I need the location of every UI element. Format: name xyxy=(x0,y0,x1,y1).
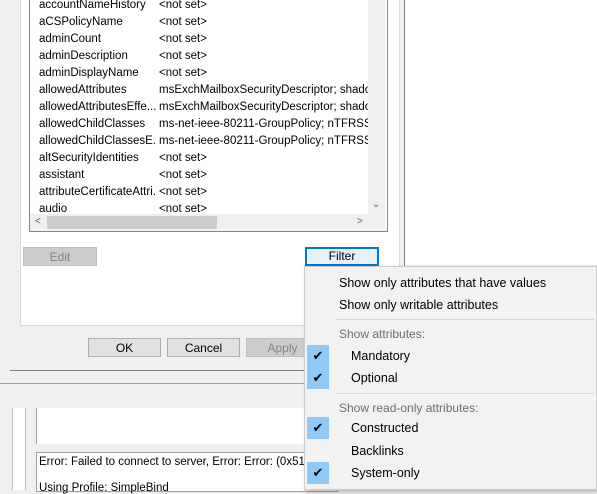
horizontal-scroll-thumb[interactable] xyxy=(47,216,217,229)
attribute-value: <not set> xyxy=(159,67,207,79)
menu-item-constructed[interactable]: ✔ Constructed xyxy=(305,417,596,439)
attribute-name: assistant xyxy=(39,169,85,181)
list-item[interactable]: accountNameHistory <not set> xyxy=(30,0,370,15)
attribute-name: attributeCertificateAttri... xyxy=(39,186,157,198)
scroll-down-icon[interactable]: ⌄ xyxy=(372,199,380,211)
attribute-value: <not set> xyxy=(159,152,207,164)
menu-item-label: Mandatory xyxy=(351,349,411,363)
attribute-value: <not set> xyxy=(159,0,207,11)
menu-separator xyxy=(335,393,594,394)
list-item[interactable]: assistant <not set> xyxy=(30,168,370,185)
attribute-name: allowedChildClassesE... xyxy=(39,135,157,147)
list-item[interactable]: allowedAttributes msExchMailboxSecurityDe… xyxy=(30,83,371,100)
filter-button[interactable]: Filter xyxy=(305,247,379,266)
checkmark-icon: ✔ xyxy=(307,367,329,389)
ok-button[interactable]: OK xyxy=(88,338,161,357)
attribute-value: <not set> xyxy=(159,169,207,181)
attribute-name: allowedAttributes xyxy=(39,84,127,96)
menu-item-backlinks[interactable]: ✔ Backlinks xyxy=(305,440,596,462)
attribute-name: adminDescription xyxy=(39,50,128,62)
list-item[interactable]: adminCount <not set> xyxy=(30,32,370,49)
filter-context-menu: Show only attributes that have values Sh… xyxy=(304,266,597,490)
log-output-box[interactable]: Error: Failed to connect to server, Erro… xyxy=(36,452,338,494)
attribute-value: <not set> xyxy=(159,16,207,28)
menu-item-label: Show only attributes that have values xyxy=(339,276,547,290)
attribute-value: <not set> xyxy=(159,186,207,198)
attribute-name: accountNameHistory xyxy=(39,0,146,11)
menu-item-mandatory[interactable]: ✔ Mandatory xyxy=(305,345,596,367)
attribute-name: aCSPolicyName xyxy=(39,16,123,28)
attribute-value: <not set> xyxy=(159,50,207,62)
attribute-name: altSecurityIdentities xyxy=(39,152,139,164)
menu-item-show-values[interactable]: Show only attributes that have values xyxy=(305,272,596,294)
log-error-text: Error: Failed to connect to server, Erro… xyxy=(39,456,331,468)
scroll-right-icon[interactable]: > xyxy=(357,216,363,228)
checkmark-icon: ✔ xyxy=(307,417,329,439)
scroll-left-icon[interactable]: < xyxy=(35,216,41,228)
attribute-value: <not set> xyxy=(159,33,207,45)
background-right-pane xyxy=(404,0,597,265)
scrollbar-corner xyxy=(368,214,385,231)
attribute-name: allowedChildClasses xyxy=(39,118,146,130)
attributes-list[interactable]: accountNameHistory <not set> aCSPolicyName… xyxy=(29,0,388,232)
menu-item-label: Optional xyxy=(351,371,398,385)
log-profile-text: Using Profile: SimpleBind xyxy=(39,482,169,494)
menu-separator xyxy=(335,319,594,320)
menu-item-label: Show only writable attributes xyxy=(339,298,499,312)
attribute-value: msExchMailboxSecurityDescriptor; shadowF… xyxy=(159,101,371,113)
cancel-button[interactable]: Cancel xyxy=(167,338,240,357)
attribute-name: allowedAttributesEffe... xyxy=(39,101,157,113)
menu-item-label: Backlinks xyxy=(351,444,404,458)
menu-item-show-writable[interactable]: Show only writable attributes xyxy=(305,294,596,316)
attribute-name: adminCount xyxy=(39,33,102,45)
attribute-value: msExchMailboxSecurityDescriptor; shadowF… xyxy=(159,84,371,96)
menu-item-label: System-only xyxy=(351,466,420,480)
list-item[interactable]: altSecurityIdentities <not set> xyxy=(30,151,370,168)
checkmark-icon: ✔ xyxy=(307,345,329,367)
list-item[interactable]: aCSPolicyName <not set> xyxy=(30,15,370,32)
attribute-value: ms-net-ieee-80211-GroupPolicy; nTFRSSubs xyxy=(159,135,371,147)
bottom-left-inner-pane xyxy=(12,408,26,490)
vertical-scrollbar[interactable]: ⌄ xyxy=(368,0,385,214)
show-readonly-header: Show read-only attributes: xyxy=(339,401,479,415)
menu-item-optional[interactable]: ✔ Optional xyxy=(305,367,596,389)
list-item[interactable]: allowedChildClassesE... ms-net-ieee-80211… xyxy=(30,134,371,151)
edit-button[interactable]: Edit xyxy=(23,247,97,266)
bottom-white-pane xyxy=(36,408,337,444)
list-item[interactable]: adminDescription <not set> xyxy=(30,49,370,66)
list-item[interactable]: allowedAttributesEffe... msExchMailboxSec… xyxy=(30,100,371,117)
show-attributes-header: Show attributes: xyxy=(339,327,426,341)
menu-item-system-only[interactable]: ✔ System-only xyxy=(305,462,596,484)
attribute-value: ms-net-ieee-80211-GroupPolicy; nTFRSSubs xyxy=(159,118,371,130)
list-item[interactable]: attributeCertificateAttri... <not set> xyxy=(30,185,370,202)
list-item[interactable]: allowedChildClasses ms-net-ieee-80211-Gro… xyxy=(30,117,371,134)
checkmark-icon: ✔ xyxy=(307,462,329,484)
attribute-name: adminDisplayName xyxy=(39,67,139,79)
list-item[interactable]: adminDisplayName <not set> xyxy=(30,66,370,83)
menu-item-label: Constructed xyxy=(351,421,419,435)
